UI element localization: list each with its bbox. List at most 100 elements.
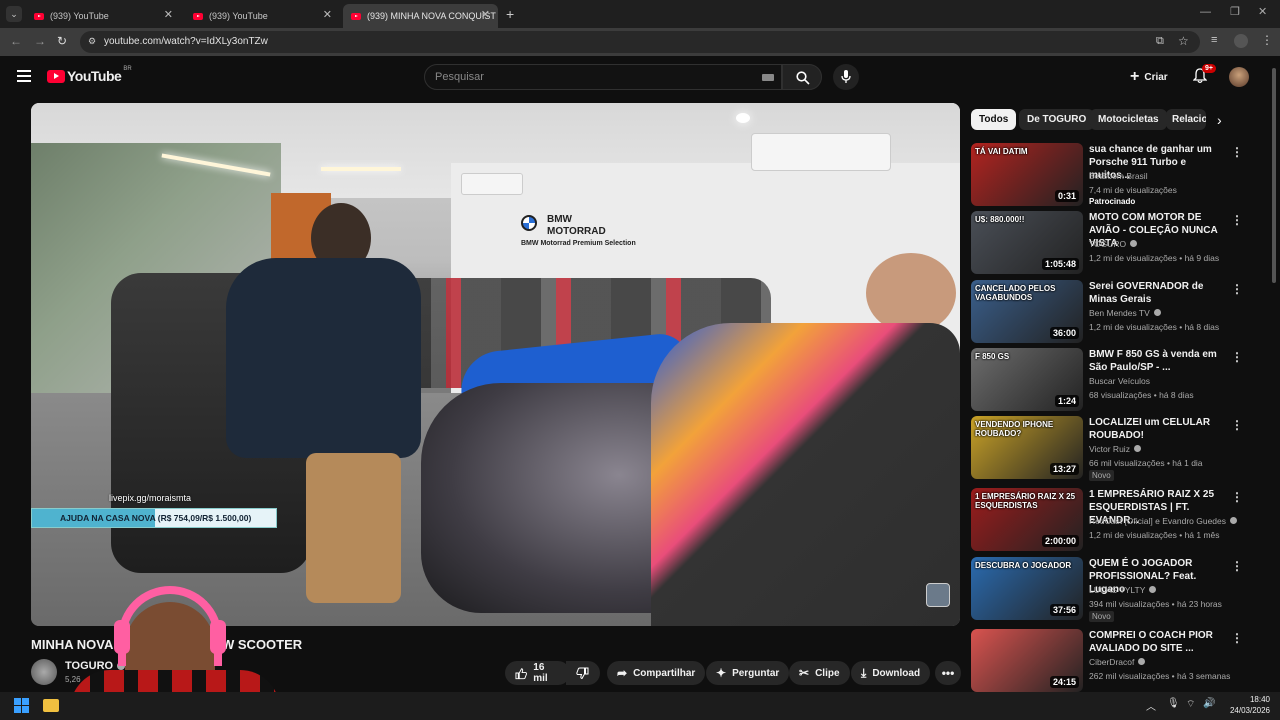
minimize-window-icon[interactable]: — [1200,6,1211,18]
youtube-favicon-icon [34,12,44,20]
youtube-play-icon [47,69,65,83]
tray-chevron-up-icon[interactable]: ︿ [1146,698,1156,713]
browser-tab-3-active[interactable]: (939) MINHA NOVA CONQUIST ✕ [343,4,498,28]
page-scrollbar[interactable] [1271,60,1277,690]
recommendation-channel[interactable]: BetBoom Brasil [1089,171,1148,181]
recommendation-channel[interactable]: Buscar Veículos [1089,376,1150,386]
dislike-button[interactable] [566,661,600,685]
tab-list-button[interactable]: ⌄ [6,6,22,22]
new-tab-icon[interactable]: + [506,6,514,22]
forward-icon[interactable]: → [34,34,46,48]
close-tab-icon[interactable]: ✕ [323,8,332,21]
video-player[interactable]: BMW MOTORRAD BMW Motorrad Premium Select… [31,103,960,626]
chip-from-channel[interactable]: De TOGURO [1019,109,1095,130]
bookmark-star-icon[interactable]: ☆ [1178,34,1189,48]
channel-text: CiberDracof [1089,657,1135,667]
recommendation-title[interactable]: LOCALIZEI um CELULAR ROUBADO! [1089,416,1229,442]
recommendation-channel[interactable]: Victor Ruiz [1089,444,1141,454]
more-vertical-icon[interactable]: ⋮ [1231,213,1243,227]
more-vertical-icon[interactable]: ⋮ [1231,418,1243,432]
browser-menu-icon[interactable]: ⋮ [1261,33,1273,47]
install-app-icon[interactable]: ⧉ [1156,35,1164,48]
restore-window-icon[interactable]: ❐ [1230,5,1240,18]
video-thumbnail[interactable]: F 850 GS 1:24 [971,348,1083,411]
chip-motorcycles[interactable]: Motocicletas [1090,109,1167,130]
video-thumbnail[interactable]: 24:15 [971,629,1083,692]
download-button[interactable]: ⤓ Download [851,661,931,685]
tray-network-icon[interactable]: ⌔ [1186,698,1195,711]
clip-button[interactable]: ✂ Clipe [789,661,850,685]
more-actions-button[interactable]: ••• [935,661,961,685]
keyboard-icon[interactable] [762,74,774,81]
recommendation-item[interactable]: U$: 880.000!! 1:05:48 MOTO COM MOTOR DE AV… [971,211,1261,275]
taskbar-clock[interactable]: 18:40 24/03/2026 [1224,694,1270,716]
more-vertical-icon[interactable]: ⋮ [1231,490,1243,504]
profile-avatar-icon[interactable] [1234,34,1248,48]
voice-search-button[interactable] [833,64,859,90]
thumbs-up-icon [515,667,527,679]
recommendation-channel[interactable]: TOGURO [1089,239,1138,249]
search-input[interactable]: Pesquisar [424,64,782,90]
recommendation-title[interactable]: COMPREI O COACH PIOR AVALIADO DO SITE ..… [1089,629,1229,655]
recommendation-item[interactable]: 1 EMPRESÁRIO RAIZ X 25 ESQUERDISTAS 2:00:… [971,488,1261,552]
recommendation-title[interactable]: Serei GOVERNADOR de Minas Gerais [1089,280,1229,306]
address-bar[interactable]: ⚙ youtube.com/watch?v=IdXLy3onTZw ⧉ ☆ [80,31,1200,53]
youtube-logo[interactable]: YouTube BR [47,66,132,84]
recommendation-channel[interactable]: CiberDracof [1089,657,1146,667]
more-vertical-icon[interactable]: ⋮ [1231,559,1243,573]
create-button[interactable]: + Criar [1130,65,1168,89]
notifications-button[interactable]: 9+ [1193,64,1216,84]
windows-start-icon[interactable] [14,698,29,713]
video-thumbnail[interactable]: VENDENDO IPHONE ROUBADO? 13:27 [971,416,1083,479]
more-vertical-icon[interactable]: ⋮ [1231,145,1243,159]
more-vertical-icon[interactable]: ⋮ [1231,282,1243,296]
recommendation-channel[interactable]: RedCast [Oficial] e Evandro Guedes [1089,516,1238,526]
site-info-icon[interactable]: ⚙ [88,36,96,47]
search-button[interactable] [782,64,822,90]
video-thumbnail[interactable]: DESCUBRA O JOGADOR 37:56 [971,557,1083,620]
close-window-icon[interactable]: ✕ [1258,5,1267,18]
channel-watermark-icon[interactable] [926,583,950,607]
recommendation-title[interactable]: BMW F 850 GS à venda em São Paulo/SP - .… [1089,348,1229,374]
close-tab-icon[interactable]: ✕ [164,8,173,21]
tray-microphone-icon[interactable]: 🎙 [1167,698,1180,709]
ceiling-light [736,113,750,123]
more-vertical-icon[interactable]: ⋮ [1231,350,1243,364]
recommendation-item[interactable]: F 850 GS 1:24 BMW F 850 GS à venda em São … [971,348,1261,412]
like-button[interactable]: 16 mil [505,661,570,685]
recommendation-channel[interactable]: LUCAS TYLTY [1089,585,1157,595]
recommendation-item[interactable]: CANCELADO PELOS VAGABUNDOS 36:00 Serei GOV… [971,280,1261,344]
scrollbar-thumb[interactable] [1272,68,1276,283]
recommendation-meta: 68 visualizações • há 8 dias [1089,390,1194,400]
close-tab-icon[interactable]: ✕ [481,8,490,21]
thumbnail-caption: DESCUBRA O JOGADOR [975,561,1072,570]
more-vertical-icon[interactable]: ⋮ [1231,631,1243,645]
back-icon[interactable]: ← [10,34,22,48]
chip-related[interactable]: Relacio [1166,109,1206,130]
recommendation-item[interactable]: 24:15 COMPREI O COACH PIOR AVALIADO DO SI… [971,629,1261,693]
tray-volume-icon[interactable]: 🔊 [1203,698,1215,709]
donation-link: livepix.gg/moraismta [109,493,192,503]
share-button[interactable]: ➦ Compartilhar [607,661,706,685]
video-duration: 13:27 [1049,463,1079,475]
recommendation-item[interactable]: TÁ VAI DATIM 0:31 sua chance de ganhar um … [971,143,1261,207]
chip-all[interactable]: Todos [971,109,1017,130]
recommendation-channel[interactable]: Ben Mendes TV [1089,308,1161,318]
browser-tab-1[interactable]: (939) YouTube ✕ [26,4,181,28]
media-control-icon[interactable]: ≡ [1211,34,1217,46]
video-thumbnail[interactable]: 1 EMPRESÁRIO RAIZ X 25 ESQUERDISTAS 2:00:… [971,488,1083,551]
video-thumbnail[interactable]: CANCELADO PELOS VAGABUNDOS 36:00 [971,280,1083,343]
verified-check-icon [1149,586,1157,593]
browser-tab-2[interactable]: (939) YouTube ✕ [185,4,340,28]
video-thumbnail[interactable]: U$: 880.000!! 1:05:48 [971,211,1083,274]
file-explorer-icon[interactable] [43,699,59,712]
chevron-right-icon[interactable]: › [1217,112,1222,128]
recommendation-item[interactable]: VENDENDO IPHONE ROUBADO? 13:27 LOCALIZEI u… [971,416,1261,481]
hamburger-menu-icon[interactable] [17,70,31,82]
channel-avatar[interactable] [31,659,57,685]
recommendation-item[interactable]: DESCUBRA O JOGADOR 37:56 QUEM É O JOGADOR … [971,557,1261,622]
account-avatar[interactable] [1229,67,1249,87]
ask-button[interactable]: ✦ Perguntar [706,661,790,685]
reload-icon[interactable]: ↻ [57,34,67,48]
video-thumbnail[interactable]: TÁ VAI DATIM 0:31 [971,143,1083,206]
